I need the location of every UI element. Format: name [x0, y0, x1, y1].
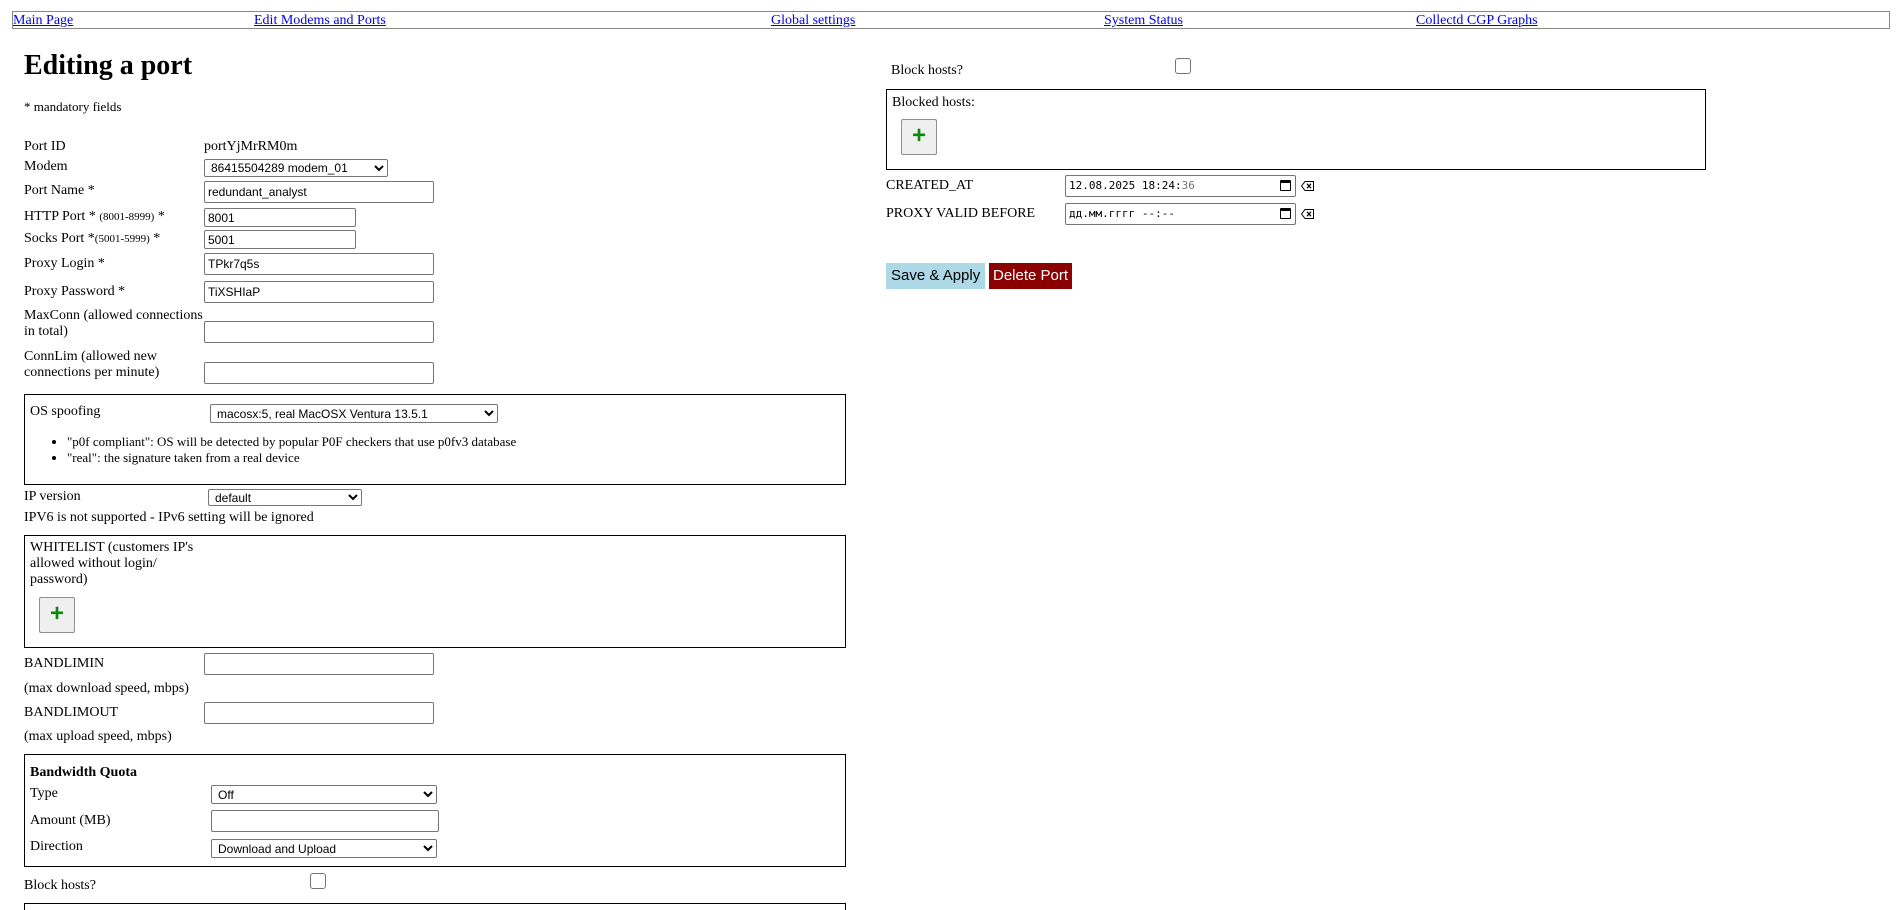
bandlimin-input[interactable]	[204, 653, 434, 675]
quota-amount-input[interactable]	[211, 810, 439, 832]
mandatory-note: * mandatory fields	[24, 99, 122, 114]
socks-port-range: (5001-5999)	[94, 233, 150, 245]
bandlimin-note: (max download speed, mbps)	[24, 681, 189, 696]
port-id-value: portYjMrRM0m	[204, 139, 298, 154]
proxy-login-input[interactable]	[204, 253, 434, 275]
blocked-hosts-box-left	[24, 903, 846, 910]
quota-amount-label: Amount (MB)	[30, 813, 111, 828]
socks-port-label: Socks Port *(5001-5999) *	[24, 231, 160, 247]
calendar-icon[interactable]	[1280, 180, 1291, 191]
http-port-label-text: HTTP Port *	[24, 209, 96, 224]
socks-port-required-mark: *	[153, 231, 161, 246]
modem-select[interactable]: 86415504289 modem_01	[204, 159, 388, 177]
nav-main-page[interactable]: Main Page	[13, 13, 73, 29]
delete-port-button[interactable]: Delete Port	[989, 263, 1073, 289]
block-hosts-checkbox-left[interactable]	[310, 873, 326, 889]
page-title: Editing a port	[24, 50, 193, 81]
socks-port-label-text: Socks Port *	[24, 231, 95, 246]
port-id-label: Port ID	[24, 139, 66, 154]
clear-icon[interactable]	[1301, 181, 1314, 191]
blocked-hosts-section: Blocked hosts: +	[886, 89, 1706, 170]
bandlimout-input[interactable]	[204, 702, 434, 724]
calendar-icon[interactable]	[1280, 208, 1291, 219]
quota-direction-label: Direction	[30, 839, 83, 854]
os-note-p0f: "p0f compliant": OS will be detected by …	[67, 434, 516, 450]
http-port-label: HTTP Port * (8001-8999) *	[24, 209, 165, 225]
http-port-required-mark: *	[157, 209, 165, 224]
blocked-hosts-add-button[interactable]: +	[901, 119, 937, 155]
nav-global-settings[interactable]: Global settings	[771, 13, 855, 29]
block-hosts-checkbox-right[interactable]	[1175, 58, 1191, 74]
block-hosts-label-right: Block hosts?	[891, 63, 963, 78]
whitelist-label: WHITELIST (customers IP's allowed withou…	[30, 540, 194, 587]
top-nav: Main Page Edit Modems and Ports Global s…	[12, 11, 1890, 29]
clear-icon[interactable]	[1301, 209, 1314, 219]
quota-type-label: Type	[30, 786, 58, 801]
nav-edit-modems[interactable]: Edit Modems and Ports	[254, 13, 386, 29]
os-spoofing-label: OS spoofing	[30, 404, 101, 419]
nav-collectd-graphs[interactable]: Collectd CGP Graphs	[1416, 13, 1538, 29]
created-at-seconds: 36	[1181, 179, 1195, 192]
created-at-value: 12.08.2025 18:24:	[1069, 179, 1182, 192]
valid-before-input[interactable]: дд.мм.гггг --:--	[1065, 203, 1296, 225]
os-spoofing-notes: "p0f compliant": OS will be detected by …	[25, 434, 516, 466]
blocked-hosts-label: Blocked hosts:	[892, 95, 975, 110]
connlim-input[interactable]	[204, 362, 434, 384]
quota-title: Bandwidth Quota	[30, 765, 137, 780]
created-at-input[interactable]: 12.08.2025 18:24:36	[1065, 175, 1296, 197]
connlim-label: ConnLim (allowed new connections per min…	[24, 349, 160, 380]
socks-port-input[interactable]	[204, 230, 356, 249]
block-hosts-label-left: Block hosts?	[24, 878, 96, 893]
http-port-range: (8001-8999)	[99, 211, 155, 223]
os-note-real: "real": the signature taken from a real …	[67, 450, 516, 466]
proxy-password-label: Proxy Password *	[24, 284, 126, 299]
bandwidth-quota-section: Bandwidth Quota Type Off Amount (MB) Dir…	[24, 754, 846, 867]
quota-direction-select[interactable]: Download and Upload	[211, 839, 437, 858]
maxconn-label: MaxConn (allowed connections in total)	[24, 308, 203, 339]
nav-system-status[interactable]: System Status	[1104, 13, 1183, 29]
save-apply-button[interactable]: Save & Apply	[886, 263, 986, 289]
bandlimout-label: BANDLIMOUT	[24, 705, 119, 720]
proxy-login-label: Proxy Login *	[24, 256, 105, 271]
proxy-password-input[interactable]	[204, 281, 434, 303]
maxconn-input[interactable]	[204, 321, 434, 343]
ip-version-label: IP version	[24, 489, 81, 504]
bandlimout-note: (max upload speed, mbps)	[24, 729, 172, 744]
os-spoofing-select[interactable]: macosx:5, real MacOSX Ventura 13.5.1	[210, 404, 498, 423]
http-port-input[interactable]	[204, 208, 356, 227]
valid-before-label: PROXY VALID BEFORE	[886, 206, 1036, 221]
ipv6-warning: IPV6 is not supported - IPv6 setting wil…	[24, 510, 314, 525]
modem-label: Modem	[24, 159, 68, 174]
port-name-label: Port Name *	[24, 183, 95, 198]
quota-type-select[interactable]: Off	[211, 785, 437, 804]
whitelist-section: WHITELIST (customers IP's allowed withou…	[24, 535, 846, 648]
bandlimin-label: BANDLIMIN	[24, 656, 105, 671]
created-at-label: CREATED_AT	[886, 178, 974, 193]
whitelist-add-button[interactable]: +	[39, 597, 75, 633]
os-spoofing-section: OS spoofing macosx:5, real MacOSX Ventur…	[24, 394, 846, 485]
valid-before-value: дд.мм.гггг --:--	[1069, 207, 1175, 220]
port-name-input[interactable]	[204, 181, 434, 203]
ip-version-select[interactable]: default	[208, 489, 362, 506]
